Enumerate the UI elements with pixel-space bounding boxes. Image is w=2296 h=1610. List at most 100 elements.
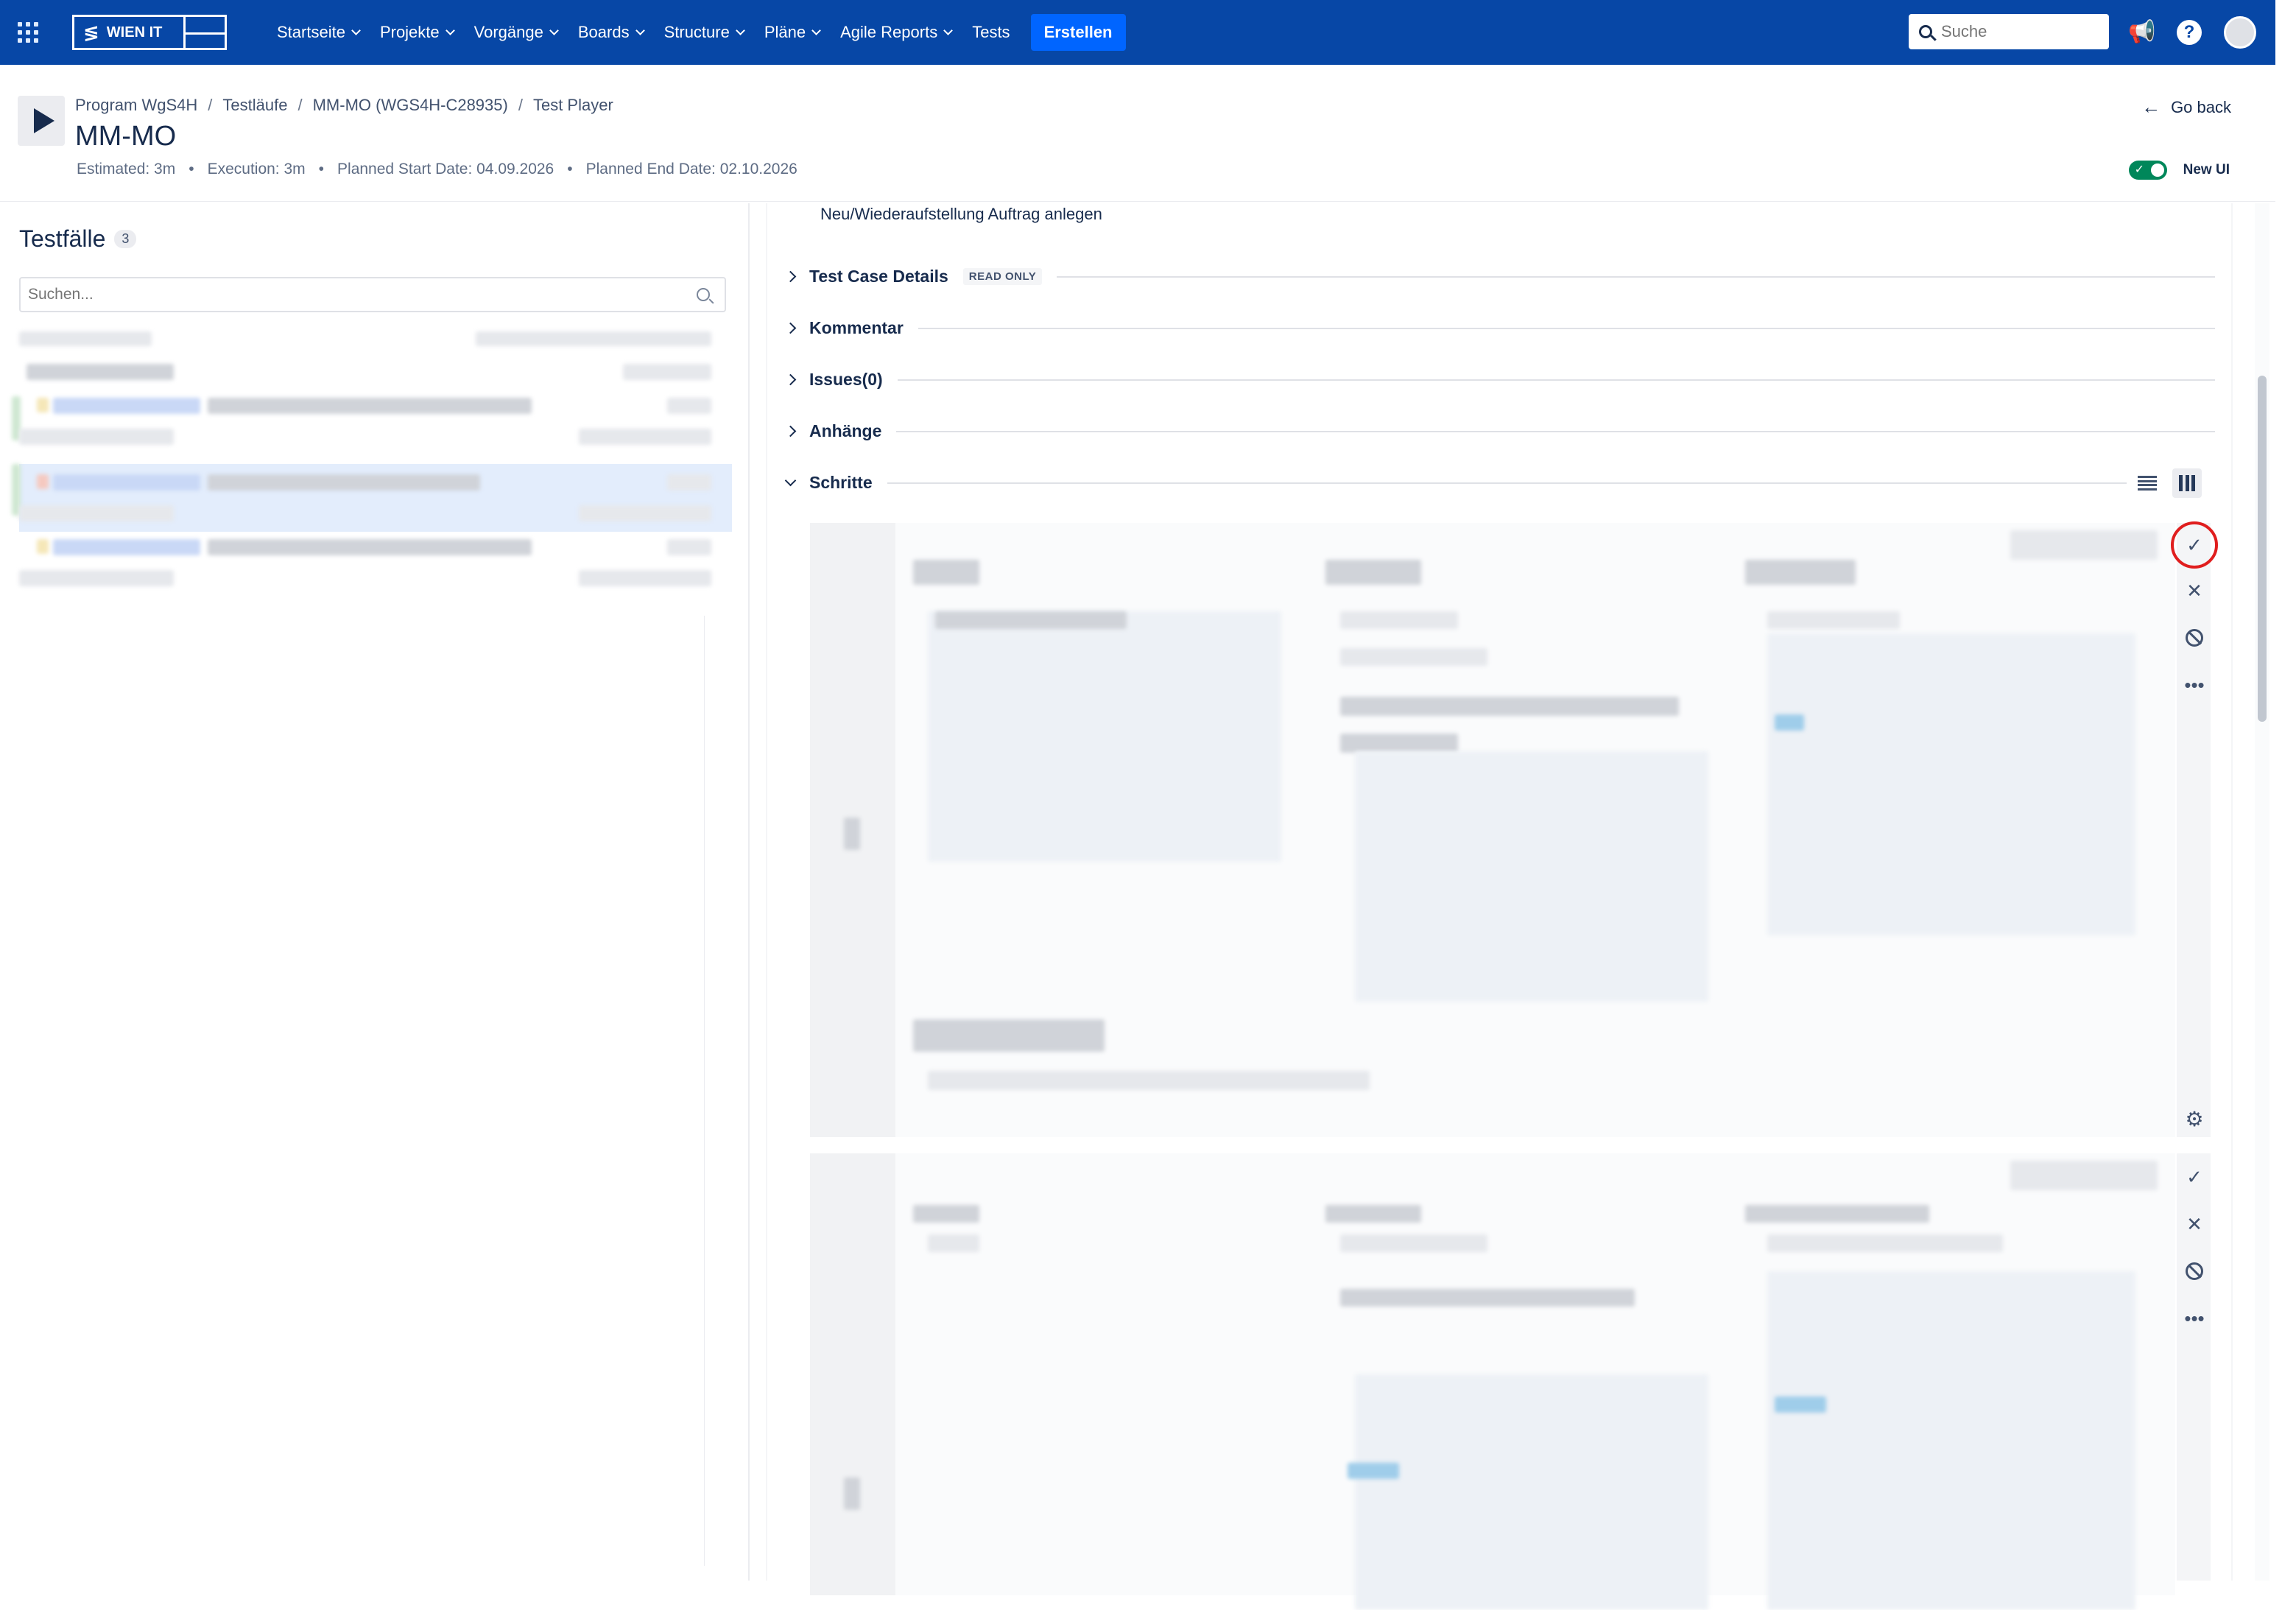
menu-label: Startseite [277,23,345,41]
testcases-panel: Testfälle 3 [0,203,748,1581]
logo-mark-icon: ≶ [83,21,99,43]
column-view-button[interactable] [2172,468,2202,498]
go-back-link[interactable]: ← Go back [2141,96,2231,119]
section-label: Anhänge [809,421,882,440]
fail-step-close-icon[interactable]: ✕ [2181,577,2208,604]
fail-step-close-icon[interactable]: ✕ [2181,1211,2208,1237]
list-item[interactable] [19,532,732,600]
section-rule [896,430,2215,432]
run-meta: Estimated: 3m • Execution: 3m • Planned … [77,161,797,178]
more-actions-icon[interactable]: ••• [2181,672,2208,698]
breadcrumb-item: Test Player [532,96,613,114]
pass-step-check-icon[interactable]: ✓ [2181,1164,2208,1190]
testcase-summary: Neu/Wiederaufstellung Auftrag anlegen [820,205,1102,223]
new-ui-toggle-group: New UI [2128,161,2230,180]
menu-vorgaenge[interactable]: Vorgänge [464,0,568,65]
testcases-title-text: Testfälle [19,225,106,252]
section-rule [897,379,2215,381]
section-issues[interactable]: Issues(0) [784,370,2215,390]
breadcrumb-item[interactable]: Program WgS4H [75,96,197,115]
meta-separator: • [189,161,194,177]
estimated-time: Estimated: 3m [77,161,176,177]
new-ui-label: New UI [2183,162,2230,177]
menu-label: Boards [577,23,630,41]
breadcrumb-item[interactable]: Testläufe [222,96,287,115]
help-icon[interactable]: ? [2177,20,2202,45]
panel-resize-handle[interactable] [748,203,750,1581]
section-label: Schritte [809,473,873,492]
menu-label: Vorgänge [473,23,543,41]
arrow-left-icon: ← [2141,96,2161,118]
content-border-left [766,203,767,1581]
menu-agile-reports[interactable]: Agile Reports [830,0,962,65]
section-anhaenge[interactable]: Anhänge [784,421,2215,441]
step-actions-bar [2177,523,2211,1137]
play-icon [18,96,65,146]
breadcrumb-separator: / [518,96,523,114]
meta-separator: • [318,161,325,177]
step-card [810,1153,2175,1610]
list-item-selected[interactable] [12,464,732,532]
testcases-list [12,328,732,600]
planned-start-date: Planned Start Date: 04.09.2026 [337,161,554,177]
menu-plaene[interactable]: Pläne [754,0,830,65]
menu-startseite[interactable]: Startseite [267,0,370,65]
global-search-input[interactable] [1941,22,2088,41]
steps-view-switcher [2133,468,2202,498]
list-item[interactable] [12,396,732,464]
section-schritte[interactable]: Schritte [784,473,2127,493]
chevron-down-icon [351,26,361,35]
section-rule [1057,275,2215,278]
columns-view-icon [2179,475,2195,491]
chevron-down-icon [635,26,645,35]
menu-label: Agile Reports [840,23,938,41]
megaphone-icon[interactable]: 📢 [2128,19,2155,46]
section-rule [918,327,2215,329]
search-icon [697,288,710,301]
menu-label: Tests [972,23,1010,41]
chevron-down-icon [735,26,745,35]
top-navigation: ≶ WIEN IT Startseite Projekte Vorgänge B… [0,0,2275,65]
app-switcher-icon[interactable] [18,22,38,43]
testcases-count-badge: 3 [114,230,137,248]
search-icon [1919,25,1932,38]
chevron-down-icon [784,474,797,487]
chevron-right-icon [784,373,797,386]
section-rule [887,482,2127,484]
section-test-case-details[interactable]: Test Case Details READ ONLY [784,267,2215,287]
company-logo[interactable]: ≶ WIEN IT [72,15,227,50]
chevron-down-icon [811,26,821,35]
page-header: Program WgS4H / Testläufe / MM-MO (WGS4H… [0,65,2275,202]
testcases-search-input[interactable] [28,286,697,303]
create-button[interactable]: Erstellen [1030,14,1126,51]
global-search[interactable] [1909,14,2109,49]
new-ui-toggle[interactable] [2128,161,2167,180]
more-actions-icon[interactable]: ••• [2181,1305,2208,1332]
list-view-button[interactable] [2133,468,2162,498]
list-item[interactable] [19,328,732,396]
breadcrumb-item[interactable]: MM-MO (WGS4H-C28935) [313,96,508,115]
step-card [810,523,2175,1137]
section-kommentar[interactable]: Kommentar [784,318,2215,338]
chevron-right-icon [784,425,797,437]
main-menu: Startseite Projekte Vorgänge Boards Stru… [267,0,1126,65]
section-label: Test Case Details [809,267,948,286]
block-step-ban-icon[interactable] [2181,1258,2208,1284]
avatar[interactable] [2224,16,2256,49]
list-view-icon [2138,476,2157,491]
go-back-label: Go back [2171,97,2231,116]
scrollbar-thumb[interactable] [2258,376,2267,722]
pass-step-check-icon[interactable]: ✓ [2171,521,2218,569]
menu-projekte[interactable]: Projekte [370,0,464,65]
gear-icon[interactable]: ⚙ [2181,1106,2208,1133]
testcases-search[interactable] [19,277,726,312]
step-number-column [810,1153,895,1595]
block-step-ban-icon[interactable] [2181,625,2208,651]
content-border-right [2231,203,2233,1581]
page-title: MM-MO [75,121,177,152]
menu-tests[interactable]: Tests [962,0,1020,65]
menu-boards[interactable]: Boards [568,0,654,65]
meta-separator: • [567,161,573,177]
breadcrumb-separator: / [297,96,303,114]
menu-structure[interactable]: Structure [654,0,754,65]
